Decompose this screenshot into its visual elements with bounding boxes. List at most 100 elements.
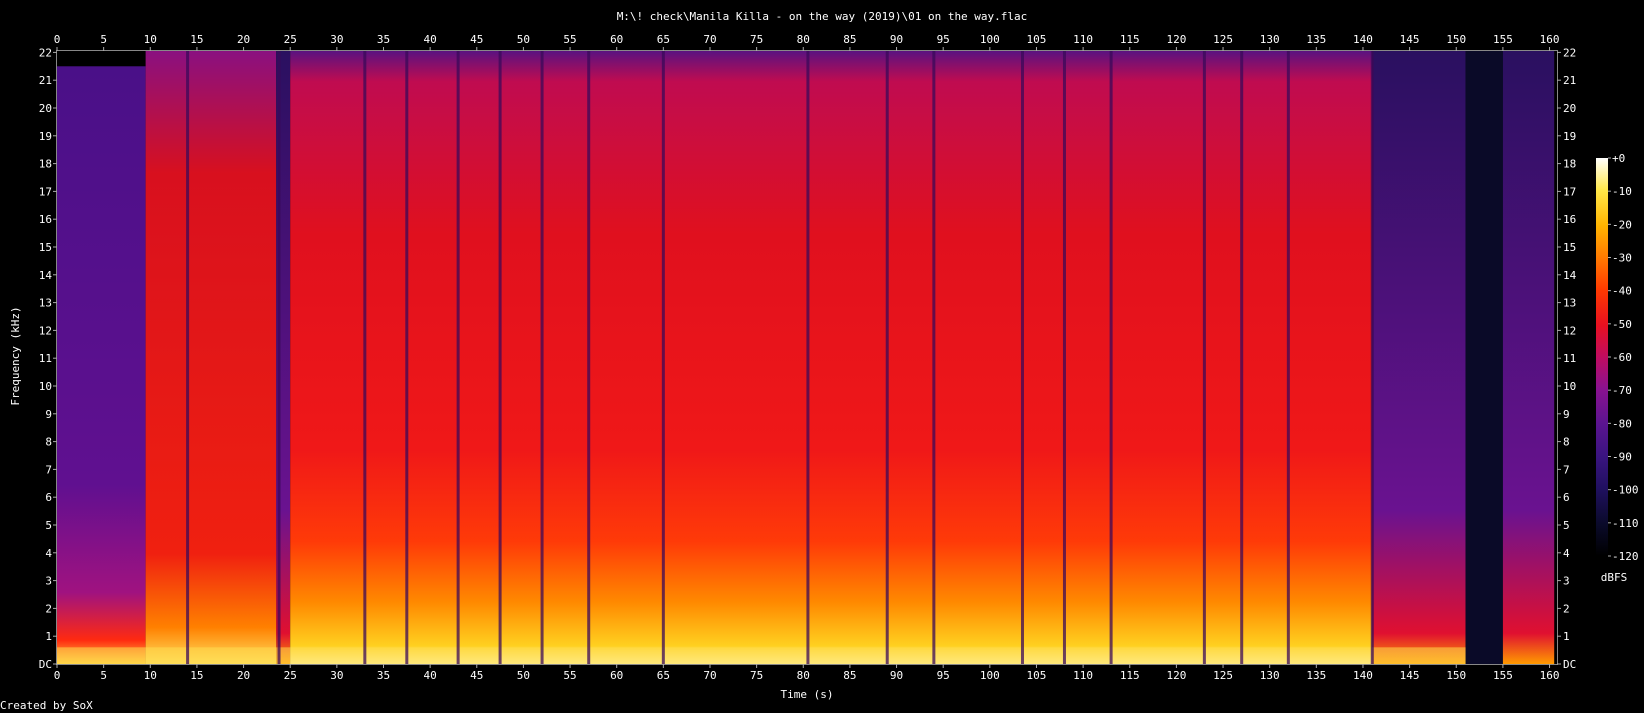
y-tick-label: 18	[1563, 158, 1576, 171]
colorbar-tick-label: -60	[1612, 351, 1632, 364]
y-tick-label: 22	[1563, 46, 1576, 59]
colorbar-tick-label: -70	[1612, 384, 1632, 397]
x-tick-label: 55	[563, 33, 576, 46]
x-tick-label: 15	[190, 669, 203, 682]
silence-stripe	[806, 51, 810, 664]
colorbar-tick-label: -110	[1612, 517, 1639, 530]
colorbar-ticks: +0 -10 -20 -30 -40 -50 -60 -70 -80 -90 -100 -110 -12…	[1608, 152, 1639, 563]
x-tick-label: 135	[1306, 33, 1326, 46]
x-tick-label: 115	[1120, 669, 1140, 682]
x-tick-label: 50	[517, 669, 530, 682]
y-tick-label: 4	[1563, 547, 1570, 560]
x-tick-label: 130	[1260, 33, 1280, 46]
y-tick-label: DC	[1563, 658, 1576, 671]
silence-stripe	[1370, 51, 1374, 664]
x-tick-label: 120	[1166, 33, 1186, 46]
y-axis-label: Frequency (kHz)	[9, 306, 22, 405]
x-tick-label: 30	[330, 33, 343, 46]
spectrogram-plot-area	[57, 51, 1557, 664]
x-tick-label: 85	[843, 669, 856, 682]
y-tick-label: 21	[1563, 74, 1576, 87]
x-tick-label: 105	[1027, 33, 1047, 46]
y-tick-label: 2	[45, 602, 52, 615]
silence-stripe	[540, 51, 544, 664]
silence-stripe	[1109, 51, 1113, 664]
y-tick-label: 14	[1563, 269, 1577, 282]
x-tick-label: 60	[610, 669, 623, 682]
spectrogram-chart: M:\! check\Manila Killa - on the way (20…	[0, 10, 1639, 712]
y-tick-label: 20	[1563, 102, 1576, 115]
colorbar-label: dBFS	[1601, 571, 1628, 584]
spectrogram-region-3	[290, 51, 1373, 664]
spectrogram-region-4	[1372, 51, 1466, 664]
y-tick-label: 10	[1563, 380, 1576, 393]
x-tick-label: 80	[797, 669, 810, 682]
y-tick-label: 19	[1563, 130, 1576, 143]
x-tick-label: 20	[237, 33, 250, 46]
y-tick-label: 6	[45, 491, 52, 504]
spectrogram-region-0	[57, 66, 146, 664]
silence-stripe	[1062, 51, 1066, 664]
x-tick-label: 95	[937, 669, 950, 682]
x-tick-label: 65	[657, 669, 670, 682]
x-tick-label: 0	[54, 33, 61, 46]
silence-stripe	[587, 51, 591, 664]
x-tick-label: 115	[1120, 33, 1140, 46]
x-tick-label: 110	[1073, 669, 1093, 682]
x-tick-label: 75	[750, 669, 763, 682]
y-tick-label: 17	[39, 185, 52, 198]
y-tick-label: 4	[45, 547, 52, 560]
colorbar-tick-label: +0	[1612, 152, 1625, 165]
x-tick-label: 140	[1353, 33, 1373, 46]
colorbar-tick-label: -80	[1612, 417, 1632, 430]
x-tick-label: 70	[703, 33, 716, 46]
colorbar-tick-label: -120	[1612, 550, 1639, 563]
spectrogram-region-1	[145, 51, 277, 664]
y-tick-label: 8	[1563, 436, 1570, 449]
silence-stripe	[363, 51, 367, 664]
y-tick-label: 9	[1563, 408, 1570, 421]
spectrogram-region-6	[1502, 51, 1555, 664]
y-tick-label: 1	[1563, 630, 1570, 643]
colorbar: +0 -10 -20 -30 -40 -50 -60 -70 -80 -90 -100 -110 -12…	[1596, 152, 1639, 584]
x-tick-label: 5	[100, 33, 107, 46]
y-tick-label: 18	[39, 158, 52, 171]
x-tick-label: 80	[797, 33, 810, 46]
colorbar-tick-label: -10	[1612, 185, 1632, 198]
x-tick-label: 15	[190, 33, 203, 46]
y-tick-label: 3	[1563, 575, 1570, 588]
colorbar-tick-label: -40	[1612, 285, 1632, 298]
x-tick-label: 90	[890, 669, 903, 682]
x-tick-label: 120	[1166, 669, 1186, 682]
x-tick-label: 160	[1540, 669, 1560, 682]
y-tick-label: 21	[39, 74, 52, 87]
x-tick-label: 35	[377, 669, 390, 682]
x-tick-label: 95	[937, 33, 950, 46]
x-tick-label: 160	[1540, 33, 1560, 46]
chart-title: M:\! check\Manila Killa - on the way (20…	[617, 10, 1028, 23]
x-tick-label: 5	[100, 669, 107, 682]
silence-stripe	[186, 51, 190, 664]
x-tick-label: 100	[980, 33, 1000, 46]
x-tick-label: 50	[517, 33, 530, 46]
silence-stripe	[498, 51, 502, 664]
x-tick-label: 0	[54, 669, 61, 682]
y-tick-label: 14	[39, 269, 53, 282]
silence-stripe	[277, 51, 281, 664]
x-tick-label: 65	[657, 33, 670, 46]
y-tick-label: 13	[1563, 297, 1576, 310]
y-tick-label: 6	[1563, 491, 1570, 504]
silence-stripe	[1240, 51, 1244, 664]
y-tick-label: 12	[39, 324, 52, 337]
x-tick-label: 150	[1446, 669, 1466, 682]
x-tick-label: 155	[1493, 33, 1513, 46]
x-tick-label: 85	[843, 33, 856, 46]
x-tick-label: 100	[980, 669, 1000, 682]
y-tick-label: 5	[1563, 519, 1570, 532]
x-tick-label: 10	[144, 669, 157, 682]
y-tick-label: 12	[1563, 324, 1576, 337]
y-tick-label: 11	[39, 352, 52, 365]
colorbar-tick-label: -50	[1612, 318, 1632, 331]
colorbar-tick-label: -100	[1612, 484, 1639, 497]
silence-stripe	[932, 51, 936, 664]
